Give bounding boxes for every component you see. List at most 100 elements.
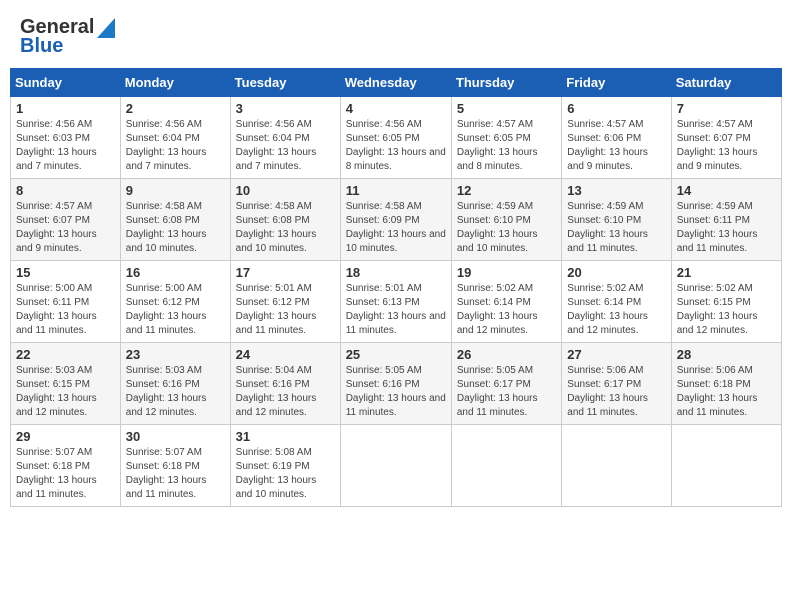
calendar-cell: 7 Sunrise: 4:57 AMSunset: 6:07 PMDayligh… [671,97,781,179]
day-number: 4 [346,101,446,116]
weekday-header-monday: Monday [120,69,230,97]
day-info: Sunrise: 4:58 AMSunset: 6:08 PMDaylight:… [236,201,317,254]
day-number: 31 [236,429,335,444]
day-info: Sunrise: 5:07 AMSunset: 6:18 PMDaylight:… [126,447,207,500]
calendar-cell: 3 Sunrise: 4:56 AMSunset: 6:04 PMDayligh… [230,97,340,179]
calendar-cell: 23 Sunrise: 5:03 AMSunset: 6:16 PMDaylig… [120,343,230,425]
calendar-cell: 30 Sunrise: 5:07 AMSunset: 6:18 PMDaylig… [120,425,230,507]
day-info: Sunrise: 5:03 AMSunset: 6:15 PMDaylight:… [16,365,97,418]
calendar-cell: 10 Sunrise: 4:58 AMSunset: 6:08 PMDaylig… [230,179,340,261]
logo-triangle-icon [97,18,115,38]
day-info: Sunrise: 5:07 AMSunset: 6:18 PMDaylight:… [16,447,97,500]
calendar-cell: 1 Sunrise: 4:56 AMSunset: 6:03 PMDayligh… [11,97,121,179]
day-info: Sunrise: 4:57 AMSunset: 6:05 PMDaylight:… [457,119,538,172]
calendar-cell: 31 Sunrise: 5:08 AMSunset: 6:19 PMDaylig… [230,425,340,507]
calendar-cell: 22 Sunrise: 5:03 AMSunset: 6:15 PMDaylig… [11,343,121,425]
page-header: General Blue [10,10,782,64]
day-info: Sunrise: 5:02 AMSunset: 6:14 PMDaylight:… [567,283,648,336]
weekday-header-saturday: Saturday [671,69,781,97]
calendar-cell: 17 Sunrise: 5:01 AMSunset: 6:12 PMDaylig… [230,261,340,343]
day-number: 8 [16,183,115,198]
calendar-cell: 24 Sunrise: 5:04 AMSunset: 6:16 PMDaylig… [230,343,340,425]
day-info: Sunrise: 4:58 AMSunset: 6:09 PMDaylight:… [346,201,446,254]
weekday-header-sunday: Sunday [11,69,121,97]
calendar-cell: 28 Sunrise: 5:06 AMSunset: 6:18 PMDaylig… [671,343,781,425]
weekday-header-wednesday: Wednesday [340,69,451,97]
day-info: Sunrise: 5:00 AMSunset: 6:12 PMDaylight:… [126,283,207,336]
calendar-cell [340,425,451,507]
day-number: 12 [457,183,556,198]
calendar-cell: 8 Sunrise: 4:57 AMSunset: 6:07 PMDayligh… [11,179,121,261]
calendar-cell [451,425,561,507]
day-number: 25 [346,347,446,362]
day-number: 24 [236,347,335,362]
day-info: Sunrise: 5:04 AMSunset: 6:16 PMDaylight:… [236,365,317,418]
logo: General Blue [20,16,115,58]
calendar-cell [562,425,671,507]
calendar-cell: 27 Sunrise: 5:06 AMSunset: 6:17 PMDaylig… [562,343,671,425]
calendar-cell: 11 Sunrise: 4:58 AMSunset: 6:09 PMDaylig… [340,179,451,261]
calendar-week-3: 15 Sunrise: 5:00 AMSunset: 6:11 PMDaylig… [11,261,782,343]
calendar-cell: 2 Sunrise: 4:56 AMSunset: 6:04 PMDayligh… [120,97,230,179]
day-number: 9 [126,183,225,198]
day-info: Sunrise: 4:59 AMSunset: 6:10 PMDaylight:… [457,201,538,254]
day-info: Sunrise: 4:56 AMSunset: 6:03 PMDaylight:… [16,119,97,172]
day-info: Sunrise: 5:02 AMSunset: 6:14 PMDaylight:… [457,283,538,336]
day-number: 5 [457,101,556,116]
day-number: 16 [126,265,225,280]
weekday-header-tuesday: Tuesday [230,69,340,97]
day-number: 14 [677,183,776,198]
day-number: 30 [126,429,225,444]
day-info: Sunrise: 4:56 AMSunset: 6:05 PMDaylight:… [346,119,446,172]
calendar-cell: 21 Sunrise: 5:02 AMSunset: 6:15 PMDaylig… [671,261,781,343]
day-number: 17 [236,265,335,280]
calendar-cell: 19 Sunrise: 5:02 AMSunset: 6:14 PMDaylig… [451,261,561,343]
calendar-cell: 25 Sunrise: 5:05 AMSunset: 6:16 PMDaylig… [340,343,451,425]
day-number: 2 [126,101,225,116]
day-number: 3 [236,101,335,116]
day-info: Sunrise: 4:57 AMSunset: 6:07 PMDaylight:… [677,119,758,172]
calendar-cell: 13 Sunrise: 4:59 AMSunset: 6:10 PMDaylig… [562,179,671,261]
day-info: Sunrise: 5:00 AMSunset: 6:11 PMDaylight:… [16,283,97,336]
day-number: 6 [567,101,665,116]
calendar-cell: 9 Sunrise: 4:58 AMSunset: 6:08 PMDayligh… [120,179,230,261]
calendar-table: SundayMondayTuesdayWednesdayThursdayFrid… [10,68,782,507]
calendar-cell: 14 Sunrise: 4:59 AMSunset: 6:11 PMDaylig… [671,179,781,261]
day-info: Sunrise: 5:06 AMSunset: 6:18 PMDaylight:… [677,365,758,418]
calendar-cell: 26 Sunrise: 5:05 AMSunset: 6:17 PMDaylig… [451,343,561,425]
calendar-week-2: 8 Sunrise: 4:57 AMSunset: 6:07 PMDayligh… [11,179,782,261]
day-info: Sunrise: 4:56 AMSunset: 6:04 PMDaylight:… [236,119,317,172]
day-number: 13 [567,183,665,198]
day-info: Sunrise: 4:56 AMSunset: 6:04 PMDaylight:… [126,119,207,172]
day-info: Sunrise: 5:01 AMSunset: 6:13 PMDaylight:… [346,283,446,336]
day-number: 27 [567,347,665,362]
day-number: 1 [16,101,115,116]
day-info: Sunrise: 5:08 AMSunset: 6:19 PMDaylight:… [236,447,317,500]
day-number: 29 [16,429,115,444]
day-number: 23 [126,347,225,362]
calendar-week-4: 22 Sunrise: 5:03 AMSunset: 6:15 PMDaylig… [11,343,782,425]
logo-blue-text: Blue [20,35,63,58]
calendar-cell [671,425,781,507]
day-info: Sunrise: 5:03 AMSunset: 6:16 PMDaylight:… [126,365,207,418]
day-info: Sunrise: 5:06 AMSunset: 6:17 PMDaylight:… [567,365,648,418]
day-info: Sunrise: 4:59 AMSunset: 6:10 PMDaylight:… [567,201,648,254]
day-number: 15 [16,265,115,280]
calendar-cell: 5 Sunrise: 4:57 AMSunset: 6:05 PMDayligh… [451,97,561,179]
weekday-header-thursday: Thursday [451,69,561,97]
day-info: Sunrise: 4:57 AMSunset: 6:07 PMDaylight:… [16,201,97,254]
calendar-cell: 4 Sunrise: 4:56 AMSunset: 6:05 PMDayligh… [340,97,451,179]
day-info: Sunrise: 5:05 AMSunset: 6:16 PMDaylight:… [346,365,446,418]
day-info: Sunrise: 5:05 AMSunset: 6:17 PMDaylight:… [457,365,538,418]
calendar-week-5: 29 Sunrise: 5:07 AMSunset: 6:18 PMDaylig… [11,425,782,507]
weekday-header-friday: Friday [562,69,671,97]
day-number: 21 [677,265,776,280]
day-number: 10 [236,183,335,198]
calendar-cell: 29 Sunrise: 5:07 AMSunset: 6:18 PMDaylig… [11,425,121,507]
day-number: 18 [346,265,446,280]
day-number: 20 [567,265,665,280]
day-info: Sunrise: 5:01 AMSunset: 6:12 PMDaylight:… [236,283,317,336]
calendar-cell: 16 Sunrise: 5:00 AMSunset: 6:12 PMDaylig… [120,261,230,343]
day-info: Sunrise: 4:58 AMSunset: 6:08 PMDaylight:… [126,201,207,254]
day-info: Sunrise: 4:57 AMSunset: 6:06 PMDaylight:… [567,119,648,172]
